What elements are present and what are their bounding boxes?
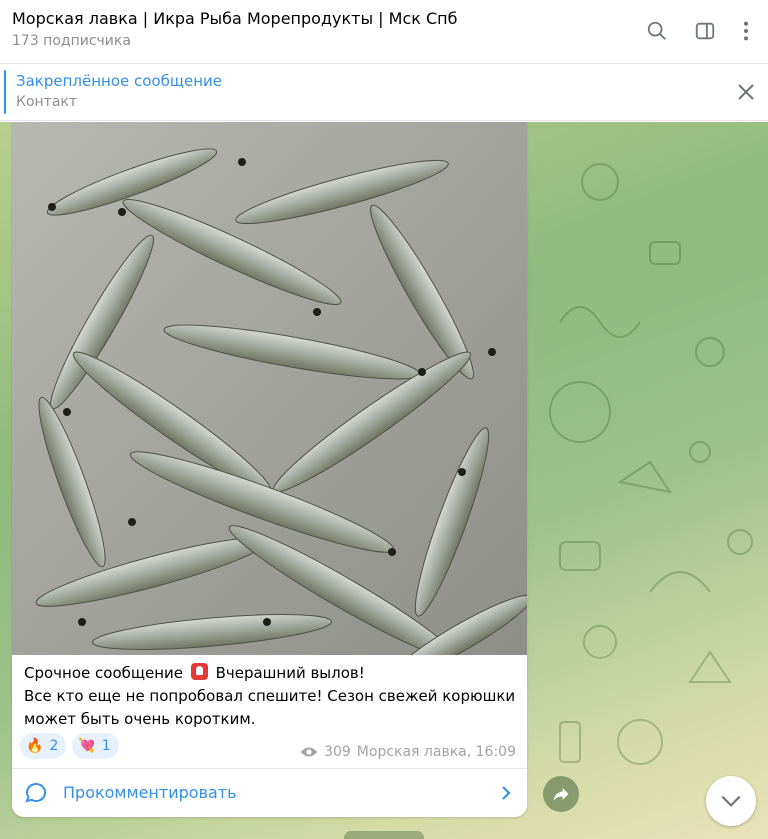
siren-icon — [190, 663, 208, 680]
reaction-fire[interactable]: 🔥 2 — [20, 733, 67, 759]
close-icon[interactable] — [736, 82, 756, 102]
message-text-line3: может быть очень коротким. — [24, 710, 256, 728]
pinned-title: Закреплённое сообщение — [16, 72, 223, 90]
search-icon[interactable] — [644, 18, 670, 44]
message-text: Срочное сообщение Вчерашний вылов! Все к… — [24, 662, 519, 731]
sidebar-toggle-icon[interactable] — [692, 18, 718, 44]
more-vertical-icon[interactable] — [733, 18, 759, 44]
author-time: Морская лавка, 16:09 — [356, 744, 516, 760]
subscriber-count: 173 подписчика — [12, 33, 131, 49]
chat-header: Морская лавка | Икра Рыба Морепродукты |… — [0, 0, 768, 64]
channel-title[interactable]: Морская лавка | Икра Рыба Морепродукты |… — [12, 9, 458, 28]
message-meta: 309 Морская лавка, 16:09 — [300, 744, 516, 760]
comment-label: Прокомментировать — [63, 783, 237, 802]
reactions: 🔥 2 💘 1 — [20, 733, 119, 759]
fish-photo-image — [12, 122, 527, 655]
reaction-heart-arrow[interactable]: 💘 1 — [72, 733, 119, 759]
reaction-count: 1 — [101, 738, 111, 754]
pinned-indicator — [4, 70, 6, 114]
message-text-line2: Все кто еще не попробовал спешите! Сезон… — [24, 687, 516, 705]
message-text-line1-start: Срочное сообщение — [24, 664, 184, 682]
forward-icon — [553, 788, 569, 801]
forward-button[interactable] — [543, 776, 579, 812]
chevron-right-icon — [502, 786, 511, 800]
pinned-text: Контакт — [16, 94, 78, 110]
comment-icon — [25, 782, 47, 803]
fire-icon: 🔥 — [26, 738, 44, 754]
heart-arrow-icon: 💘 — [78, 738, 96, 754]
views-eye-icon — [300, 747, 318, 757]
scroll-down-button[interactable] — [706, 776, 756, 826]
message-bubble[interactable]: Срочное сообщение Вчерашний вылов! Все к… — [12, 122, 527, 817]
view-count: 309 — [324, 744, 351, 760]
message-photo[interactable] — [12, 122, 527, 655]
chat-area: Срочное сообщение Вчерашний вылов! Все к… — [0, 122, 768, 839]
date-pill — [344, 831, 424, 839]
reaction-count: 2 — [49, 738, 59, 754]
comment-button[interactable]: Прокомментировать — [12, 768, 527, 817]
pinned-message-bar[interactable]: Закреплённое сообщение Контакт — [0, 64, 768, 121]
chevron-down-icon — [721, 795, 741, 807]
message-text-line1-end: Вчерашний вылов! — [215, 664, 365, 682]
